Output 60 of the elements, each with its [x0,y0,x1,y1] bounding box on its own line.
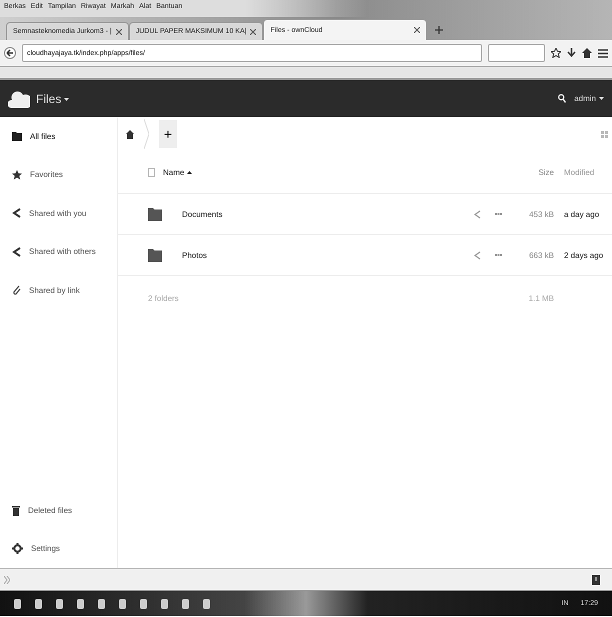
folder-icon [148,248,162,262]
back-icon[interactable] [4,47,16,59]
file-name[interactable]: Documents [182,210,222,218]
new-button[interactable]: + [159,120,177,148]
cloud-logo-icon[interactable] [8,90,30,108]
new-tab-icon[interactable] [435,26,444,34]
taskbar-icon[interactable] [161,598,168,608]
user-menu[interactable]: admin [574,94,604,103]
sidebar-item[interactable]: Favorites [0,156,117,194]
column-header[interactable]: Size [520,168,554,176]
share-icon[interactable] [474,250,481,260]
taskbar-icon[interactable] [14,598,21,608]
folder-icon [148,208,162,220]
taskbar-icon[interactable] [98,598,105,608]
summary-size: 1.1 MB [528,294,554,303]
close-icon[interactable] [414,27,420,33]
file-size: 663 kB [528,250,554,260]
search-field[interactable] [488,44,545,62]
home-icon[interactable] [582,48,592,58]
sidebar-item[interactable]: Shared with others [0,232,117,271]
taskbar-icon[interactable] [203,598,210,608]
taskbar-icon[interactable] [182,598,189,608]
caret-icon [187,170,192,174]
taskbar-icon[interactable] [35,598,42,608]
close-icon[interactable] [250,28,256,34]
sidebar-item[interactable]: Shared with you [0,194,117,232]
sidebar-item[interactable]: Deleted files [0,491,117,530]
link-icon [12,284,21,296]
sidebar-item[interactable]: Shared by link [0,271,117,310]
close-icon[interactable] [116,28,122,34]
sidebar-item[interactable]: Settings [0,530,117,568]
star-icon[interactable] [551,48,561,58]
taskbar-icon[interactable] [140,598,147,608]
column-header[interactable]: Name [163,168,192,176]
taskbar-icon[interactable] [77,598,84,608]
sidebar-item[interactable]: All files [0,117,117,156]
file-name[interactable]: Photos [182,250,207,260]
file-size: 453 kB [528,210,554,218]
share-icon [12,208,21,218]
taskbar-icon[interactable] [56,598,63,608]
caret-icon [599,97,604,100]
checkbox[interactable] [148,168,155,176]
menu-icon[interactable] [598,48,608,58]
summary-count: 2 folders [148,294,180,303]
breadcrumb-separator-icon [144,119,149,149]
share-icon [12,246,21,257]
download-icon[interactable] [567,48,576,58]
caret-icon [64,98,70,101]
folder-icon [12,132,22,141]
alert-icon[interactable] [592,574,600,584]
file-modified: 2 days ago [564,250,604,260]
home-icon[interactable] [126,130,134,138]
search-icon[interactable] [558,94,566,103]
file-modified: a day ago [564,210,600,218]
app-menu[interactable]: Files [36,92,70,106]
star-icon [12,170,22,180]
settings-icon [12,543,23,554]
taskbar-icon[interactable] [119,598,126,608]
share-icon[interactable] [474,210,481,218]
trash-icon [12,504,20,516]
